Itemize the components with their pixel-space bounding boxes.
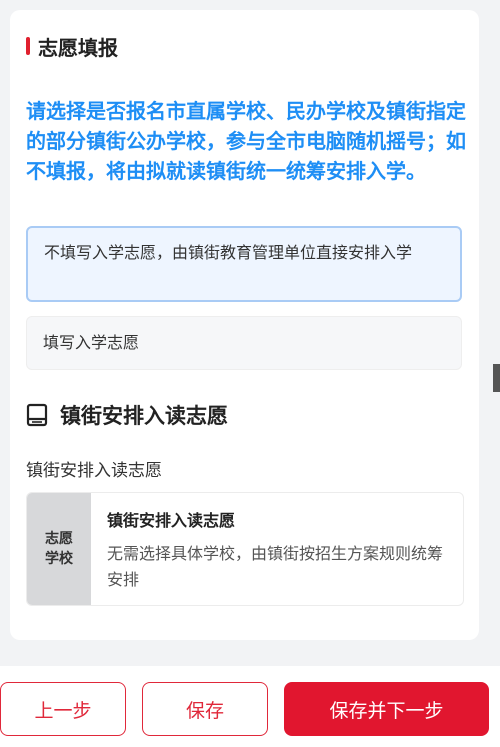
option-no-volunteer[interactable]: 不填写入学志愿，由镇街教育管理单位直接安排入学 [26,226,462,302]
arrangement-card-description: 无需选择具体学校，由镇街按招生方案规则统筹安排 [107,544,444,589]
save-and-next-button[interactable]: 保存并下一步 [284,682,489,736]
tag-line-1: 志愿 [45,531,73,547]
arrangement-card: 志愿 学校 镇街安排入读志愿 无需选择具体学校，由镇街按招生方案规则统筹安排 [26,492,464,606]
prev-step-button[interactable]: 上一步 [0,682,126,736]
arrangement-heading-text: 镇街安排入读志愿 [60,404,228,428]
arrangement-sub-label: 镇街安排入读志愿 [26,461,162,481]
option-fill-volunteer[interactable]: 填写入学志愿 [26,316,462,370]
bottom-action-bar: 上一步 保存 保存并下一步 [0,666,500,747]
arrangement-card-title: 镇街安排入读志愿 [107,511,236,530]
volunteer-form-card: 志愿填报 请选择是否报名市直属学校、民办学校及镇街指定的部分镇街公办学校，参与全… [10,10,479,640]
section-header: 志愿填报 [26,34,118,60]
volunteer-school-tag: 志愿 学校 [27,493,91,605]
side-handle [493,364,500,392]
notice-text: 请选择是否报名市直属学校、民办学校及镇街指定的部分镇街公办学校，参与全市电脑随机… [26,99,466,183]
section-accent-bar [26,37,30,55]
option-label: 不填写入学志愿，由镇街教育管理单位直接安排入学 [44,243,413,262]
arrangement-heading: 镇街安排入读志愿 [26,400,228,430]
tag-line-2: 学校 [45,551,73,567]
book-icon [26,403,48,427]
option-label: 填写入学志愿 [43,333,140,352]
save-button[interactable]: 保存 [142,682,268,736]
section-title: 志愿填报 [38,35,118,60]
